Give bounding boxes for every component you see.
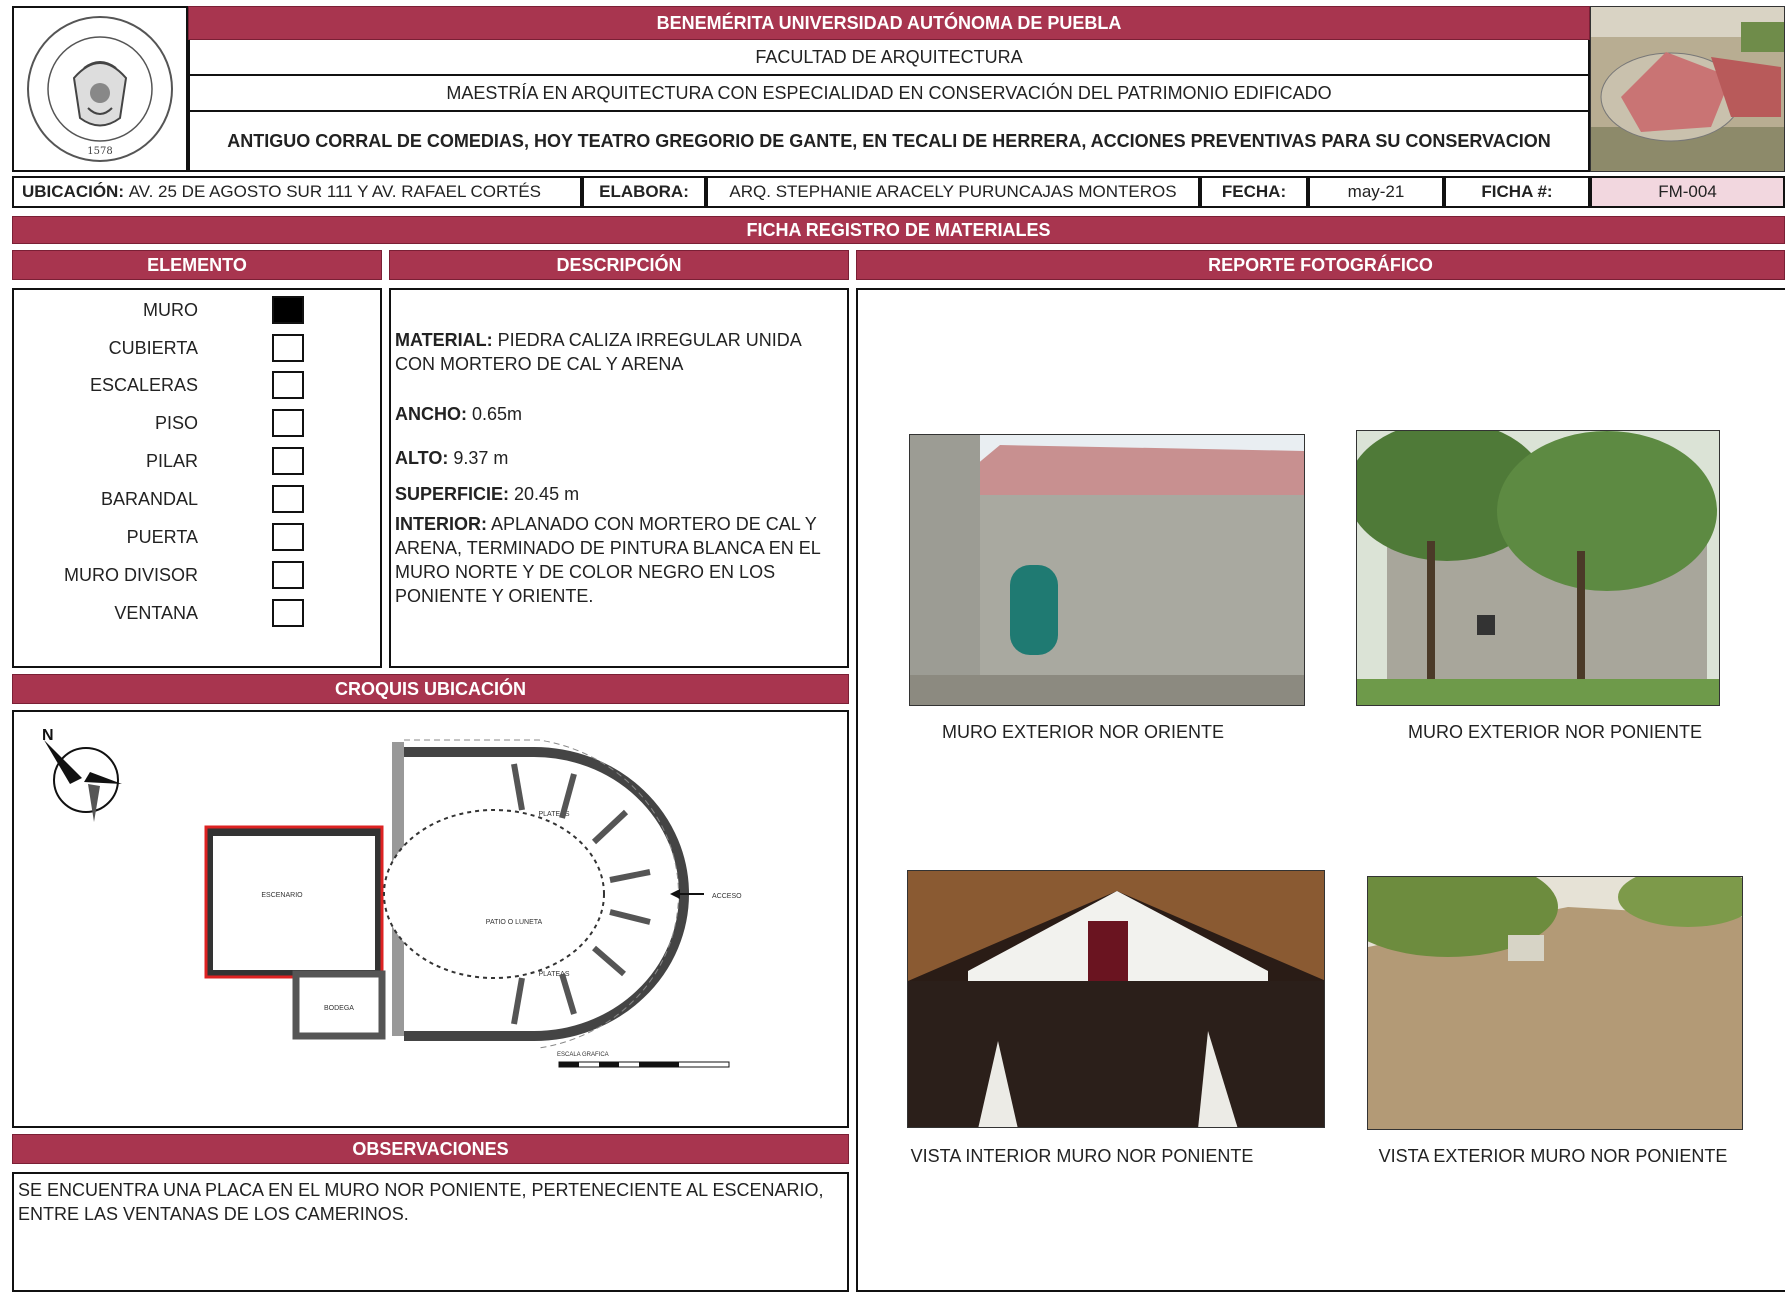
reporte-bar: REPORTE FOTOGRÁFICO — [856, 250, 1785, 280]
caption-photo-3: VISTA INTERIOR MURO NOR PONIENTE — [910, 1146, 1254, 1166]
elemento-bar: ELEMENTO — [12, 250, 382, 280]
elemento-row: PUERTA — [14, 519, 394, 557]
university-title: BENEMÉRITA UNIVERSIDAD AUTÓNOMA DE PUEBL… — [188, 6, 1590, 40]
svg-text:BODEGA: BODEGA — [324, 1005, 354, 1012]
elemento-label: PISO — [154, 413, 198, 433]
program-title: MAESTRÍA EN ARQUITECTURA CON ESPECIALIDA… — [188, 76, 1590, 112]
project-title: ANTIGUO CORRAL DE COMEDIAS, HOY TEATRO G… — [188, 112, 1590, 172]
fecha-label: FECHA: — [1200, 176, 1308, 208]
photo-interior-nor-poniente — [907, 870, 1325, 1128]
elemento-label: MURO — [143, 300, 198, 320]
svg-text:ESCALA GRAFICA: ESCALA GRAFICA — [557, 1052, 609, 1058]
elemento-label: MURO DIVISOR — [63, 565, 198, 585]
faculty-title: FACULTAD DE ARQUITECTURA — [188, 40, 1590, 76]
photo-exterior-nor-poniente — [1367, 876, 1743, 1130]
registro-bar: FICHA REGISTRO DE MATERIALES — [12, 216, 1785, 244]
elemento-label: CUBIERTA — [108, 338, 198, 358]
svg-text:N: N — [42, 727, 54, 744]
elemento-row: PILAR — [14, 443, 394, 481]
svg-text:PATIO O LUNETA: PATIO O LUNETA — [486, 919, 543, 926]
elemento-row: CUBIERTA — [14, 330, 394, 368]
caption-photo-4: VISTA EXTERIOR MURO NOR PONIENTE — [1378, 1146, 1728, 1166]
university-seal-icon: 1578 — [27, 16, 173, 162]
elemento-box: MURO CUBIERTA ESCALERAS PISO PILAR BARANDAL PU… — [12, 288, 382, 668]
observaciones-text: SE ENCUENTRA UNA PLACA EN EL MURO NOR PO… — [18, 1180, 824, 1224]
photo-muro-nor-oriente — [909, 434, 1305, 706]
photo-muro-nor-poniente — [1356, 430, 1720, 706]
elemento-row: MURO — [14, 292, 394, 330]
north-arrow-icon: N — [42, 727, 122, 822]
elementos-list: MURO CUBIERTA ESCALERAS PISO PILAR BARANDAL PU… — [14, 290, 380, 666]
elemento-checkbox[interactable] — [272, 447, 304, 475]
seal-cell: 1578 — [12, 6, 188, 172]
elemento-checkbox[interactable] — [272, 485, 304, 513]
descripcion-box: MATERIAL: PIEDRA CALIZA IRREGULAR UNIDA … — [389, 288, 849, 668]
elemento-label: BARANDAL — [100, 489, 198, 509]
elabora-value: ARQ. STEPHANIE ARACELY PURUNCAJAS MONTER… — [706, 176, 1200, 208]
elemento-checkbox[interactable] — [272, 523, 304, 551]
fecha-value: may-21 — [1308, 176, 1444, 208]
elemento-row: ESCALERAS — [14, 367, 394, 405]
superficie-text: SUPERFICIE: 20.45 m — [395, 484, 580, 504]
ficha-value: FM-004 — [1590, 176, 1785, 208]
observaciones-box: SE ENCUENTRA UNA PLACA EN EL MURO NOR PO… — [12, 1172, 849, 1292]
caption-photo-1: MURO EXTERIOR NOR ORIENTE — [941, 722, 1224, 742]
caption-photo-2: MURO EXTERIOR NOR PONIENTE — [1407, 722, 1703, 742]
theatre-aerial-photo — [1590, 6, 1785, 172]
elemento-checkbox[interactable] — [272, 371, 304, 399]
ancho-text: ANCHO: 0.65m — [395, 404, 523, 424]
descripcion-bar: DESCRIPCIÓN — [389, 250, 849, 280]
elemento-checkbox[interactable] — [272, 334, 304, 362]
elemento-row: VENTANA — [14, 595, 394, 633]
elemento-row: BARANDAL — [14, 481, 394, 519]
ubicacion-cell: UBICACIÓN: AV. 25 DE AGOSTO SUR 111 Y AV… — [12, 176, 582, 208]
svg-text:ACCESO: ACCESO — [712, 893, 742, 900]
elemento-checkbox[interactable] — [272, 561, 304, 589]
elemento-checkbox[interactable] — [272, 599, 304, 627]
material-text: MATERIAL: PIEDRA CALIZA IRREGULAR UNIDA … — [395, 330, 801, 374]
svg-text:1578: 1578 — [87, 146, 112, 157]
elemento-label: ESCALERAS — [89, 375, 198, 395]
croquis-box: N ESCENARIO BODEGA PATIO O LUNETA PLATEA… — [12, 710, 849, 1128]
elemento-row: MURO DIVISOR — [14, 557, 394, 595]
elemento-label: PUERTA — [126, 527, 198, 547]
alto-text: ALTO: 9.37 m — [395, 448, 509, 468]
elemento-row: PISO — [14, 405, 394, 443]
croquis-bar: CROQUIS UBICACIÓN — [12, 674, 849, 704]
ubicacion-label: UBICACIÓN: — [22, 182, 124, 201]
elemento-checkbox[interactable] — [272, 409, 304, 437]
observaciones-bar: OBSERVACIONES — [12, 1134, 849, 1164]
svg-text:ESCENARIO: ESCENARIO — [261, 892, 303, 899]
interior-text: INTERIOR: APLANADO CON MORTERO DE CAL Y … — [395, 514, 821, 606]
elabora-label: ELABORA: — [582, 176, 706, 208]
elemento-checkbox[interactable] — [272, 296, 304, 324]
ficha-label: FICHA #: — [1444, 176, 1590, 208]
elemento-label: VENTANA — [114, 603, 198, 623]
ubicacion-value: AV. 25 DE AGOSTO SUR 111 Y AV. RAFAEL CO… — [128, 182, 542, 201]
elemento-label: PILAR — [145, 451, 198, 471]
floor-plan: N ESCENARIO BODEGA PATIO O LUNETA PLATEA… — [42, 727, 742, 1068]
